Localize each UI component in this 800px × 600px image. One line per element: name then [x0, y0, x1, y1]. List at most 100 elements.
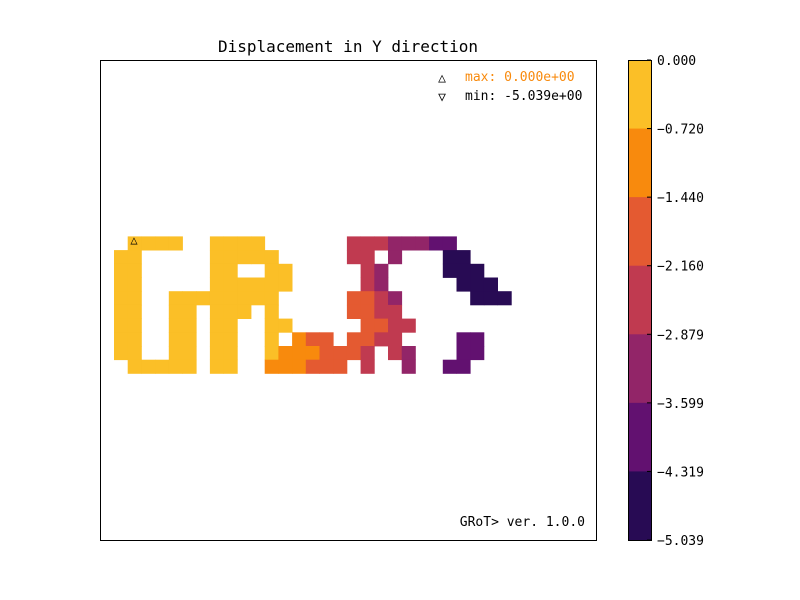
heatmap-cell: [223, 304, 238, 319]
heatmap-cell: [497, 291, 512, 306]
heatmap-cell: [264, 318, 279, 333]
heatmap-cell: [209, 318, 224, 333]
heatmap-cell: [374, 236, 389, 251]
heatmap-cell: [114, 332, 129, 347]
heatmap-cell: [278, 263, 293, 278]
heatmap-cell: [182, 304, 197, 319]
heatmap-cell: [305, 332, 320, 347]
heatmap-cell: [360, 318, 375, 333]
heatmap-cell: [346, 236, 361, 251]
heatmap-cell: [442, 250, 457, 265]
heatmap-cell: [401, 236, 416, 251]
heatmap-cell: [470, 263, 485, 278]
heatmap-cell: [209, 304, 224, 319]
heatmap-cell: [264, 263, 279, 278]
heatmap-cell: [127, 346, 142, 361]
heatmap-cell: [237, 277, 252, 292]
heatmap-cell: [319, 359, 334, 374]
heatmap-cell: [251, 277, 266, 292]
heatmap-cell: [182, 359, 197, 374]
heatmap-cell: [470, 291, 485, 306]
colorbar-segment: [628, 60, 651, 130]
version-label: GRoT> ver. 1.0.0: [460, 515, 585, 530]
min-point-marker: ▽: [571, 299, 579, 313]
heatmap-cell: [292, 332, 307, 347]
heatmap-cell: [141, 236, 156, 251]
heatmap-cell: [182, 346, 197, 361]
heatmap-cell: [127, 359, 142, 374]
heatmap-cell: [114, 304, 129, 319]
heatmap-cell: [374, 332, 389, 347]
heatmap-cell: [346, 332, 361, 347]
heatmap-cell: [401, 346, 416, 361]
heatmap-cell: [237, 250, 252, 265]
heatmap-cell: [388, 236, 403, 251]
heatmap-cell: [442, 263, 457, 278]
heatmap-cell: [223, 277, 238, 292]
heatmap-cell: [141, 359, 156, 374]
heatmap-cell: [388, 318, 403, 333]
heatmap-cell: [209, 236, 224, 251]
heatmap-cell: [168, 236, 183, 251]
heatmap-cell: [196, 291, 211, 306]
heatmap-cell: [470, 346, 485, 361]
heatmap-cell: [456, 250, 471, 265]
heatmap-cell: [209, 346, 224, 361]
heatmap-cell: [456, 263, 471, 278]
heatmap-cell: [209, 291, 224, 306]
heatmap-cell: [305, 359, 320, 374]
heatmap-cell: [155, 236, 170, 251]
heatmap-cell: [360, 346, 375, 361]
colorbar-segment: [628, 128, 651, 198]
heatmap-cell: [292, 359, 307, 374]
colorbar-segment: [628, 471, 651, 541]
heatmap-cell: [429, 236, 444, 251]
heatmap-cell: [483, 277, 498, 292]
colorbar-tick-label: −0.720: [657, 123, 704, 138]
heatmap-cell: [483, 291, 498, 306]
colorbar-segment: [628, 334, 651, 404]
heatmap-cell: [333, 359, 348, 374]
heatmap-cell: [374, 318, 389, 333]
heatmap-cell: [333, 346, 348, 361]
heatmap-cell: [292, 346, 307, 361]
max-marker: △: [438, 71, 446, 86]
colorbar-segment: [628, 197, 651, 267]
heatmap-cell: [168, 318, 183, 333]
heatmap-cell: [388, 346, 403, 361]
heatmap-cell: [401, 359, 416, 374]
heatmap-cell: [264, 332, 279, 347]
colorbar-tick-label: −1.440: [657, 191, 704, 206]
heatmap-cell: [470, 332, 485, 347]
heatmap-cell: [209, 263, 224, 278]
colorbar-tick-label: −5.039: [657, 534, 704, 549]
heatmap-cell: [114, 277, 129, 292]
heatmap-cell: [114, 346, 129, 361]
heatmap-cell: [168, 346, 183, 361]
heatmap-cell: [127, 332, 142, 347]
heatmap-cell: [168, 291, 183, 306]
colorbar: [628, 60, 652, 541]
heatmap-cell: [278, 359, 293, 374]
heatmap-cell: [127, 250, 142, 265]
heatmap-cell: [401, 318, 416, 333]
colorbar-tick-label: 0.000: [657, 54, 696, 69]
heatmap-cell: [127, 304, 142, 319]
heatmap-cell: [388, 332, 403, 347]
min-label: min: -5.039e+00: [465, 89, 582, 104]
chart-canvas: Displacement in Y direction △ max: 0.000…: [100, 37, 704, 549]
heatmap-cell: [182, 318, 197, 333]
heatmap-cell: [114, 263, 129, 278]
colorbar-segment: [628, 402, 651, 472]
colorbar-tick-label: −4.319: [657, 465, 704, 480]
heatmap-cell: [251, 291, 266, 306]
heatmap-cell: [374, 263, 389, 278]
heatmap-cell: [127, 318, 142, 333]
heatmap-cell: [223, 346, 238, 361]
heatmap-cell: [456, 332, 471, 347]
heatmap-cell: [456, 277, 471, 292]
heatmap-cell: [319, 332, 334, 347]
heatmap-cell: [237, 291, 252, 306]
heatmap-cell: [360, 263, 375, 278]
heatmap-cell: [264, 250, 279, 265]
